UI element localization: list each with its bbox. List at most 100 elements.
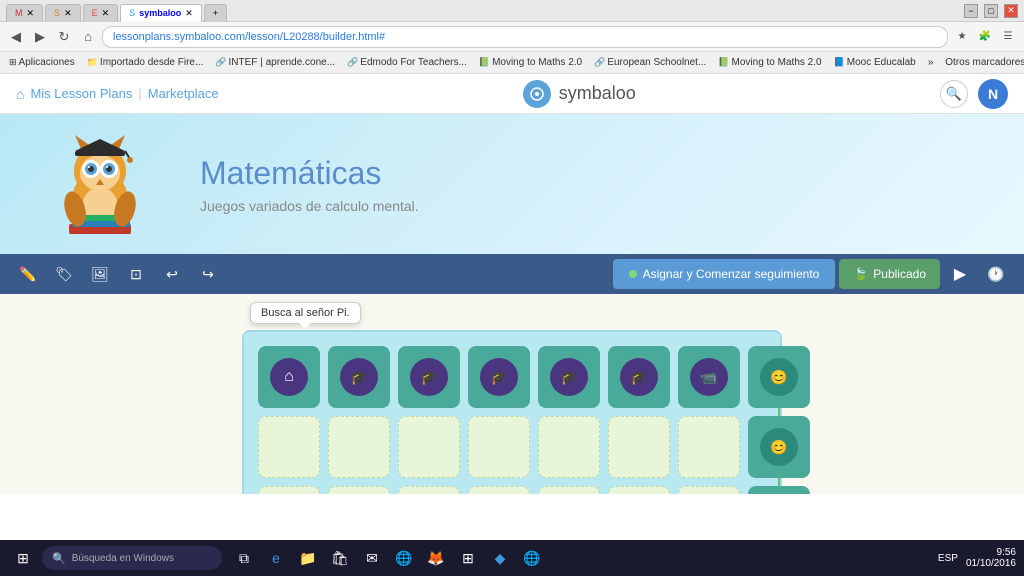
grid-cell-3-3[interactable] bbox=[398, 486, 460, 494]
store-icon[interactable]: 🛍 bbox=[326, 544, 354, 572]
taskbar-time-display: 9:56 bbox=[966, 547, 1016, 558]
taskbar-clock: 9:56 01/10/2016 bbox=[966, 547, 1016, 569]
bookmark-european[interactable]: 🔗 European Schoolnet... bbox=[589, 56, 711, 69]
face-cell-icon-1: 😊 bbox=[760, 358, 798, 396]
published-button[interactable]: 🍃 Publicado bbox=[839, 259, 940, 289]
tag-button[interactable]: 🏷 bbox=[48, 258, 80, 290]
undo-button[interactable]: ↩ bbox=[156, 258, 188, 290]
mascot-image bbox=[45, 129, 155, 249]
browser-tab-2[interactable]: S ✕ bbox=[45, 4, 81, 22]
task-view-button[interactable]: ⧉ bbox=[230, 544, 258, 572]
taskbar-right: ESP 9:56 01/10/2016 bbox=[938, 547, 1016, 569]
grid-cell-3-7[interactable] bbox=[678, 486, 740, 494]
email-icon[interactable]: ✉ bbox=[358, 544, 386, 572]
bookmark-importado[interactable]: 📁 Importado desde Fire... bbox=[82, 56, 209, 69]
network-icon-task[interactable]: 🌐 bbox=[518, 544, 546, 572]
grid-cell-2-6[interactable] bbox=[608, 416, 670, 478]
taskbar-app-icons: ⧉ e 📁 🛍 ✉ 🌐 🦊 ⊞ ◆ 🌐 bbox=[230, 544, 546, 572]
dropbox-icon[interactable]: ◆ bbox=[486, 544, 514, 572]
grid-cell-2-1[interactable] bbox=[258, 416, 320, 478]
home-nav-button[interactable]: ⌂ bbox=[78, 27, 98, 47]
play-button[interactable]: ▶ bbox=[944, 258, 976, 290]
browser-tab-1[interactable]: M ✕ bbox=[6, 4, 43, 22]
grid-cell-1-3[interactable]: 🎓 bbox=[398, 346, 460, 408]
grid-cell-3-5[interactable] bbox=[538, 486, 600, 494]
grid-cell-1-7[interactable]: 📹 bbox=[678, 346, 740, 408]
tooltip-bubble: Busca al señor Pi. bbox=[250, 302, 361, 324]
grid-cell-3-1[interactable] bbox=[258, 486, 320, 494]
image-button[interactable]: 🖼 bbox=[84, 258, 116, 290]
bookmark-aplicaciones[interactable]: ⊞ Aplicaciones bbox=[4, 56, 80, 69]
mascot-area bbox=[40, 119, 160, 249]
bookmark-more[interactable]: » bbox=[923, 56, 939, 69]
grid-cell-1-8[interactable]: 😊 bbox=[748, 346, 810, 408]
crop-button[interactable]: ⊡ bbox=[120, 258, 152, 290]
hero-title: Matemáticas bbox=[200, 155, 419, 192]
grad-cell-icon-4: 🎓 bbox=[480, 358, 518, 396]
bookmark-icon[interactable]: ★ bbox=[952, 27, 972, 47]
bookmark-maths1[interactable]: 📗 Moving to Maths 2.0 bbox=[474, 56, 587, 69]
back-button[interactable]: ◀ bbox=[6, 27, 26, 47]
start-button[interactable]: ⊞ bbox=[8, 543, 38, 573]
grid-cell-2-2[interactable] bbox=[328, 416, 390, 478]
taskbar-date-display: 01/10/2016 bbox=[966, 558, 1016, 569]
bookmark-others[interactable]: Otros marcadores bbox=[940, 56, 1024, 69]
grid-cell-2-7[interactable] bbox=[678, 416, 740, 478]
marketplace-link[interactable]: Marketplace bbox=[148, 86, 219, 101]
clock-button[interactable]: 🕐 bbox=[980, 258, 1012, 290]
browser-icon2[interactable]: 🦊 bbox=[422, 544, 450, 572]
folder-icon: 📁 bbox=[87, 57, 98, 68]
nav-icons: ★ 🧩 ☰ bbox=[952, 27, 1018, 47]
apps-icon: ⊞ bbox=[9, 57, 17, 68]
hero-text: Matemáticas Juegos variados de calculo m… bbox=[160, 155, 419, 214]
settings-icon[interactable]: ☰ bbox=[998, 27, 1018, 47]
v-connector-1 bbox=[778, 408, 780, 416]
close-button[interactable]: ✕ bbox=[1004, 4, 1018, 18]
bookmark-maths2[interactable]: 📗 Moving to Maths 2.0 bbox=[713, 56, 826, 69]
grid-cell-3-6[interactable] bbox=[608, 486, 670, 494]
user-avatar[interactable]: N bbox=[978, 79, 1008, 109]
extensions-icon[interactable]: 🧩 bbox=[975, 27, 995, 47]
forward-button[interactable]: ▶ bbox=[30, 27, 50, 47]
minimize-button[interactable]: − bbox=[964, 4, 978, 18]
bookmark-intef[interactable]: 🔗 INTEF | aprende.cone... bbox=[210, 56, 340, 69]
grid-cell-1-5[interactable]: 🎓 bbox=[538, 346, 600, 408]
apps-icon-task[interactable]: ⊞ bbox=[454, 544, 482, 572]
grid-cell-3-4[interactable] bbox=[468, 486, 530, 494]
grid-cell-1-2[interactable]: 🎓 bbox=[328, 346, 390, 408]
header-left: ⌂ Mis Lesson Plans | Marketplace bbox=[16, 86, 219, 102]
grad-cell-icon-6: 🎓 bbox=[620, 358, 658, 396]
grid-cell-2-3[interactable] bbox=[398, 416, 460, 478]
grid-cell-3-2[interactable] bbox=[328, 486, 390, 494]
browser-tab-active[interactable]: S symbaloo ✕ bbox=[120, 4, 202, 22]
browser-tab-5[interactable]: + bbox=[204, 4, 227, 22]
face-cell-icon-2: 😊 bbox=[760, 428, 798, 466]
maximize-button[interactable]: □ bbox=[984, 4, 998, 18]
bookmark-edmodo[interactable]: 🔗 Edmodo For Teachers... bbox=[342, 56, 472, 69]
lesson-grid: ⌂ 🎓 🎓 🎓 🎓 🎓 📹 😊 bbox=[242, 330, 782, 494]
refresh-button[interactable]: ↻ bbox=[54, 27, 74, 47]
grid-cell-2-8[interactable]: 😊 bbox=[748, 416, 810, 478]
browser-tab-3[interactable]: E ✕ bbox=[83, 4, 119, 22]
edit-button[interactable]: ✏️ bbox=[12, 258, 44, 290]
grid-cell-1-4[interactable]: 🎓 bbox=[468, 346, 530, 408]
taskbar-search-bar[interactable]: 🔍 Búsqueda en Windows bbox=[42, 546, 222, 570]
search-icon-taskbar: 🔍 bbox=[52, 552, 66, 565]
address-bar[interactable]: lessonplans.symbaloo.com/lesson/L20288/b… bbox=[102, 26, 948, 48]
grid-cell-1-1[interactable]: ⌂ bbox=[258, 346, 320, 408]
grid-cell-2-5[interactable] bbox=[538, 416, 600, 478]
edge-icon[interactable]: e bbox=[262, 544, 290, 572]
header-search-button[interactable]: 🔍 bbox=[940, 80, 968, 108]
grid-cell-3-8[interactable]: ⚑ bbox=[748, 486, 810, 494]
assign-dot bbox=[629, 270, 637, 278]
grid-cell-1-6[interactable]: 🎓 bbox=[608, 346, 670, 408]
explorer-icon[interactable]: 📁 bbox=[294, 544, 322, 572]
my-lesson-plans-link[interactable]: Mis Lesson Plans bbox=[30, 86, 132, 101]
assign-button[interactable]: Asignar y Comenzar seguimiento bbox=[613, 259, 836, 289]
grid-cell-2-4[interactable] bbox=[468, 416, 530, 478]
bookmark-mooc[interactable]: 📘 Mooc Educalab bbox=[829, 56, 921, 69]
symbaloo-logo-icon bbox=[523, 80, 551, 108]
chrome-icon[interactable]: 🌐 bbox=[390, 544, 418, 572]
grid-row-1: ⌂ 🎓 🎓 🎓 🎓 🎓 📹 😊 bbox=[258, 346, 766, 408]
redo-button[interactable]: ↪ bbox=[192, 258, 224, 290]
